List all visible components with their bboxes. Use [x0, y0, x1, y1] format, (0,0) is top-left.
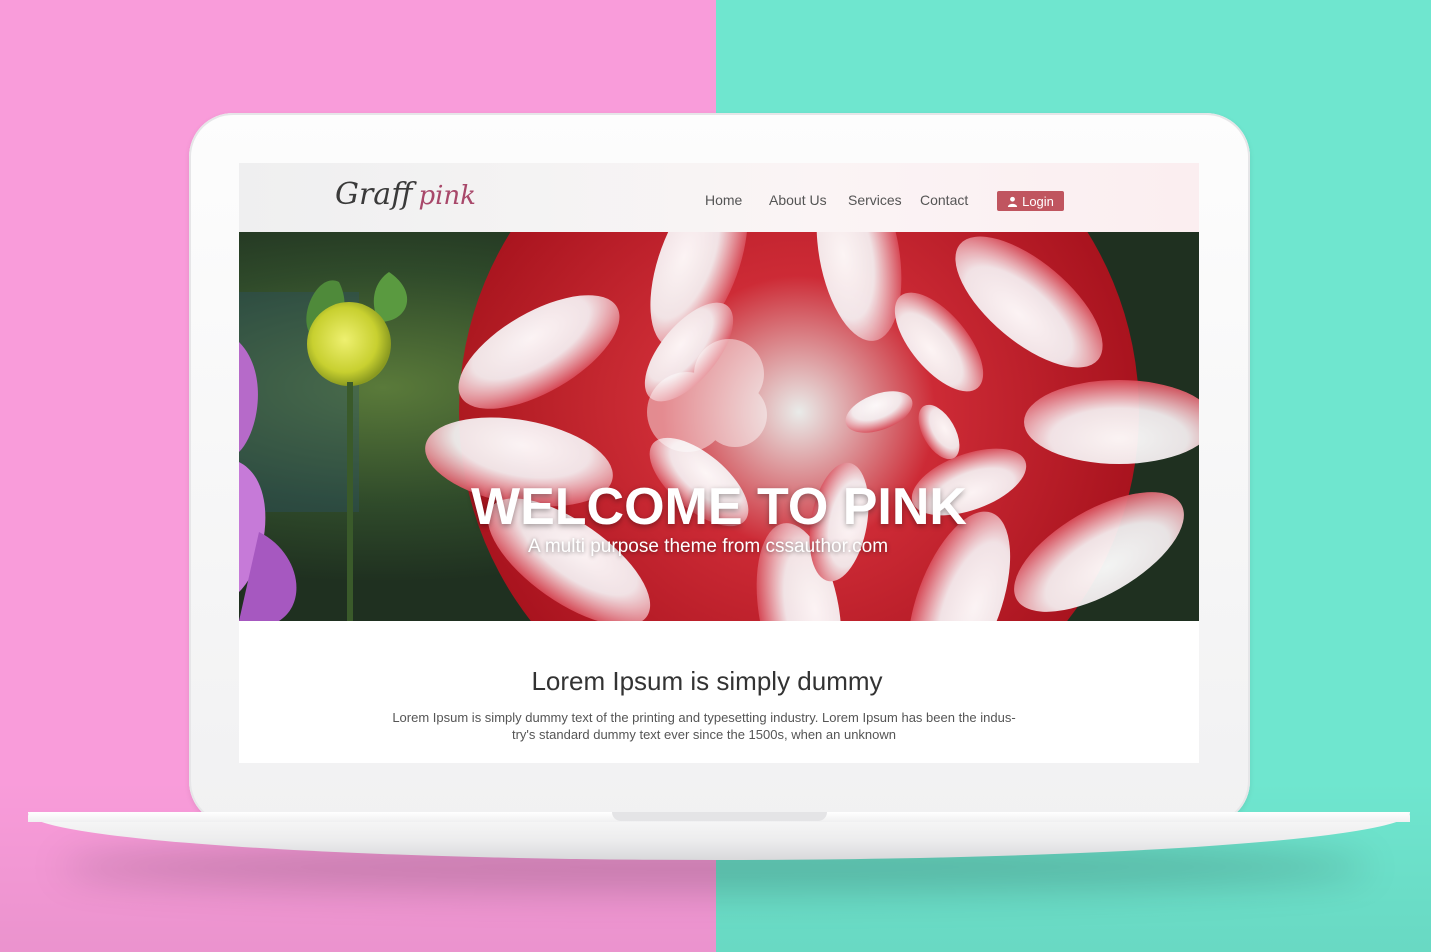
logo-text-graff: Graff	[335, 177, 413, 212]
laptop-screen: Graff pink Home About Us Services Contact…	[239, 163, 1199, 763]
hero-subtitle: A multi purpose theme from cssauthor.com	[527, 536, 889, 557]
content-heading: Lorem Ipsum is simply dummy	[531, 666, 883, 696]
site-header: Graff pink Home About Us Services Contact…	[239, 163, 1199, 233]
nav-contact[interactable]: Contact	[920, 192, 968, 208]
content-text-line-1: Lorem Ipsum is simply dummy text of the …	[392, 710, 1016, 725]
hero-banner: WELCOME TO PINK A multi purpose theme fr…	[239, 232, 1199, 621]
nav-home[interactable]: Home	[705, 192, 742, 208]
content-text-line-2: try's standard dummy text ever since the…	[511, 727, 897, 742]
hero-title: WELCOME TO PINK	[471, 478, 967, 536]
laptop-notch	[612, 812, 827, 821]
site-logo[interactable]: Graff pink	[335, 177, 476, 221]
hero-flower-image	[239, 232, 1199, 621]
login-button[interactable]: Login	[997, 191, 1064, 211]
nav-about-us[interactable]: About Us	[769, 192, 827, 208]
user-icon	[1008, 196, 1018, 207]
nav-services[interactable]: Services	[848, 192, 902, 208]
login-label: Login	[1022, 193, 1054, 209]
content-paragraph: Lorem Ipsum is simply dummy text of the …	[379, 709, 1029, 743]
logo-text-pink: pink	[418, 181, 476, 211]
